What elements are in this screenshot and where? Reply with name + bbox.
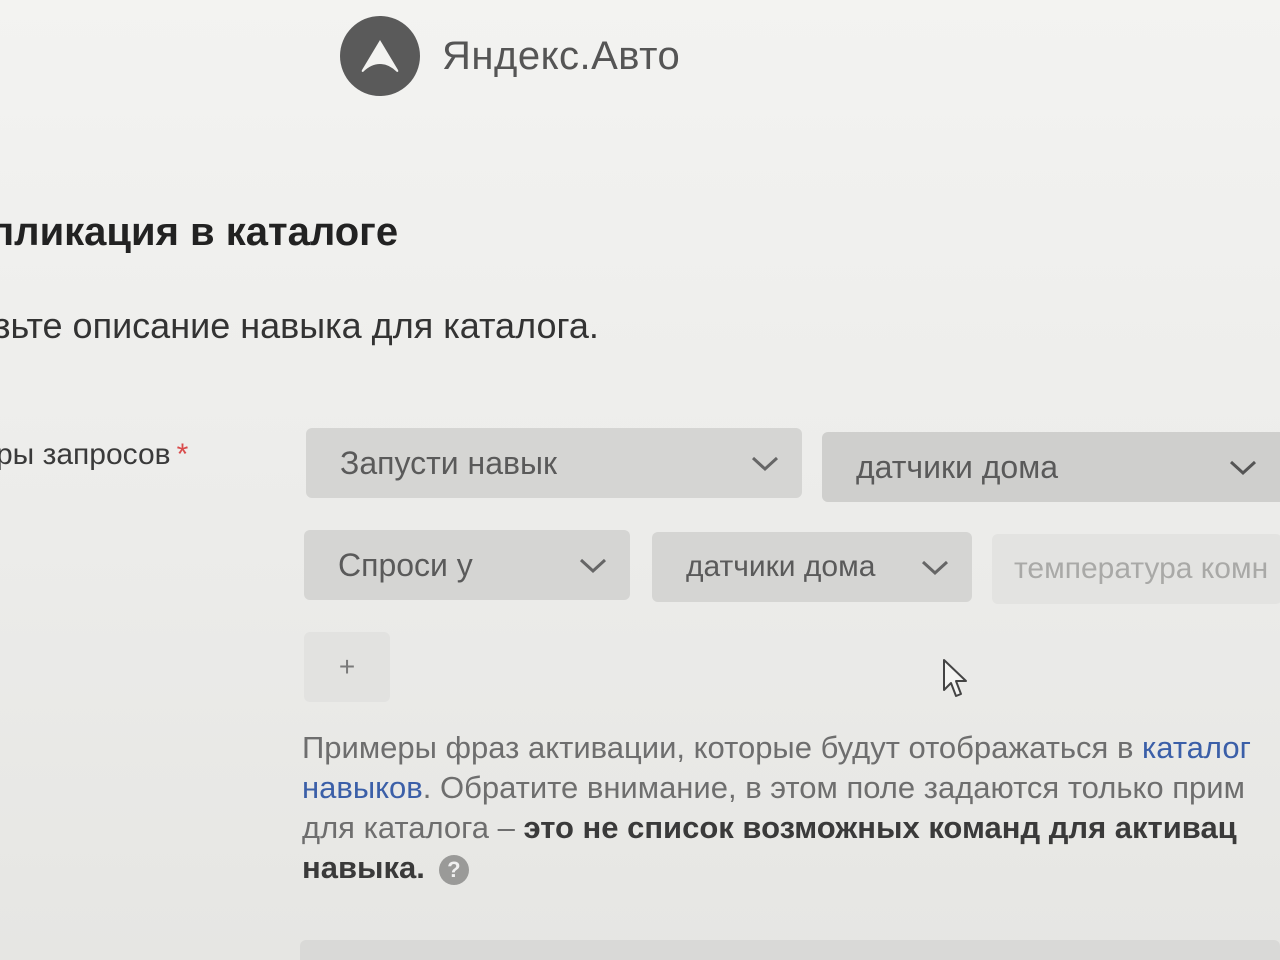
help-line-2: навыков. Обратите внимание, в этом поле … (302, 768, 1280, 808)
help-line-3: для каталога – это не список возможных к… (302, 808, 1280, 848)
query-select-row2-1[interactable]: Спроси у (304, 530, 630, 600)
query-examples-label-text: ры запросов (0, 438, 171, 471)
query-select-row1-2[interactable]: датчики дома (822, 432, 1280, 502)
chevron-down-icon (921, 560, 949, 576)
query-select-value: датчики дома (686, 550, 876, 583)
help-text-part: . Обратите внимание, в этом поле задаютс… (422, 770, 1245, 805)
brand-name: Яндекс.Авто (442, 33, 681, 78)
catalog-link[interactable]: каталог (1142, 730, 1251, 765)
query-select-row2-2[interactable]: датчики дома (652, 532, 972, 602)
chevron-down-icon (751, 456, 779, 472)
help-line-4: навыка.? (302, 848, 1280, 888)
query-select-row1-1[interactable]: Запусти навык (306, 428, 802, 498)
brand-header[interactable]: Яндекс.Авто (340, 16, 680, 96)
query-select-value: датчики дома (856, 448, 1058, 485)
help-text-part: для каталога – (302, 810, 524, 845)
question-icon[interactable]: ? (438, 854, 469, 885)
mouse-cursor-icon (943, 659, 967, 697)
query-text-input[interactable]: температура комн (992, 534, 1280, 604)
skills-link[interactable]: навыков (302, 770, 423, 805)
query-text-input-value: температура комн (1014, 552, 1269, 585)
query-select-value: Спроси у (338, 546, 473, 583)
add-query-button[interactable]: + (304, 632, 390, 702)
required-mark: * (176, 438, 189, 471)
section-description: зьте описание навыка для каталога. (0, 305, 599, 346)
help-line-1: Примеры фраз активации, которые будут от… (302, 728, 1280, 768)
next-field-box[interactable] (300, 940, 1280, 960)
help-bold-text: навыка. (302, 850, 425, 885)
chevron-down-icon (1229, 460, 1257, 476)
chevron-down-icon (579, 558, 607, 574)
help-text-part: Примеры фраз активации, которые будут от… (302, 730, 1143, 765)
help-text: Примеры фраз активации, которые будут от… (302, 728, 1280, 888)
yandex-auto-logo-icon (340, 16, 420, 96)
query-select-value: Запусти навык (340, 444, 557, 481)
query-examples-label: ры запросов * (0, 438, 188, 472)
section-title: пликация в каталоге (0, 210, 399, 254)
page: Яндекс.Авто пликация в каталоге зьте опи… (0, 0, 1280, 960)
help-bold-text: это не список возможных команд для актив… (523, 810, 1237, 845)
plus-icon: + (338, 651, 356, 682)
